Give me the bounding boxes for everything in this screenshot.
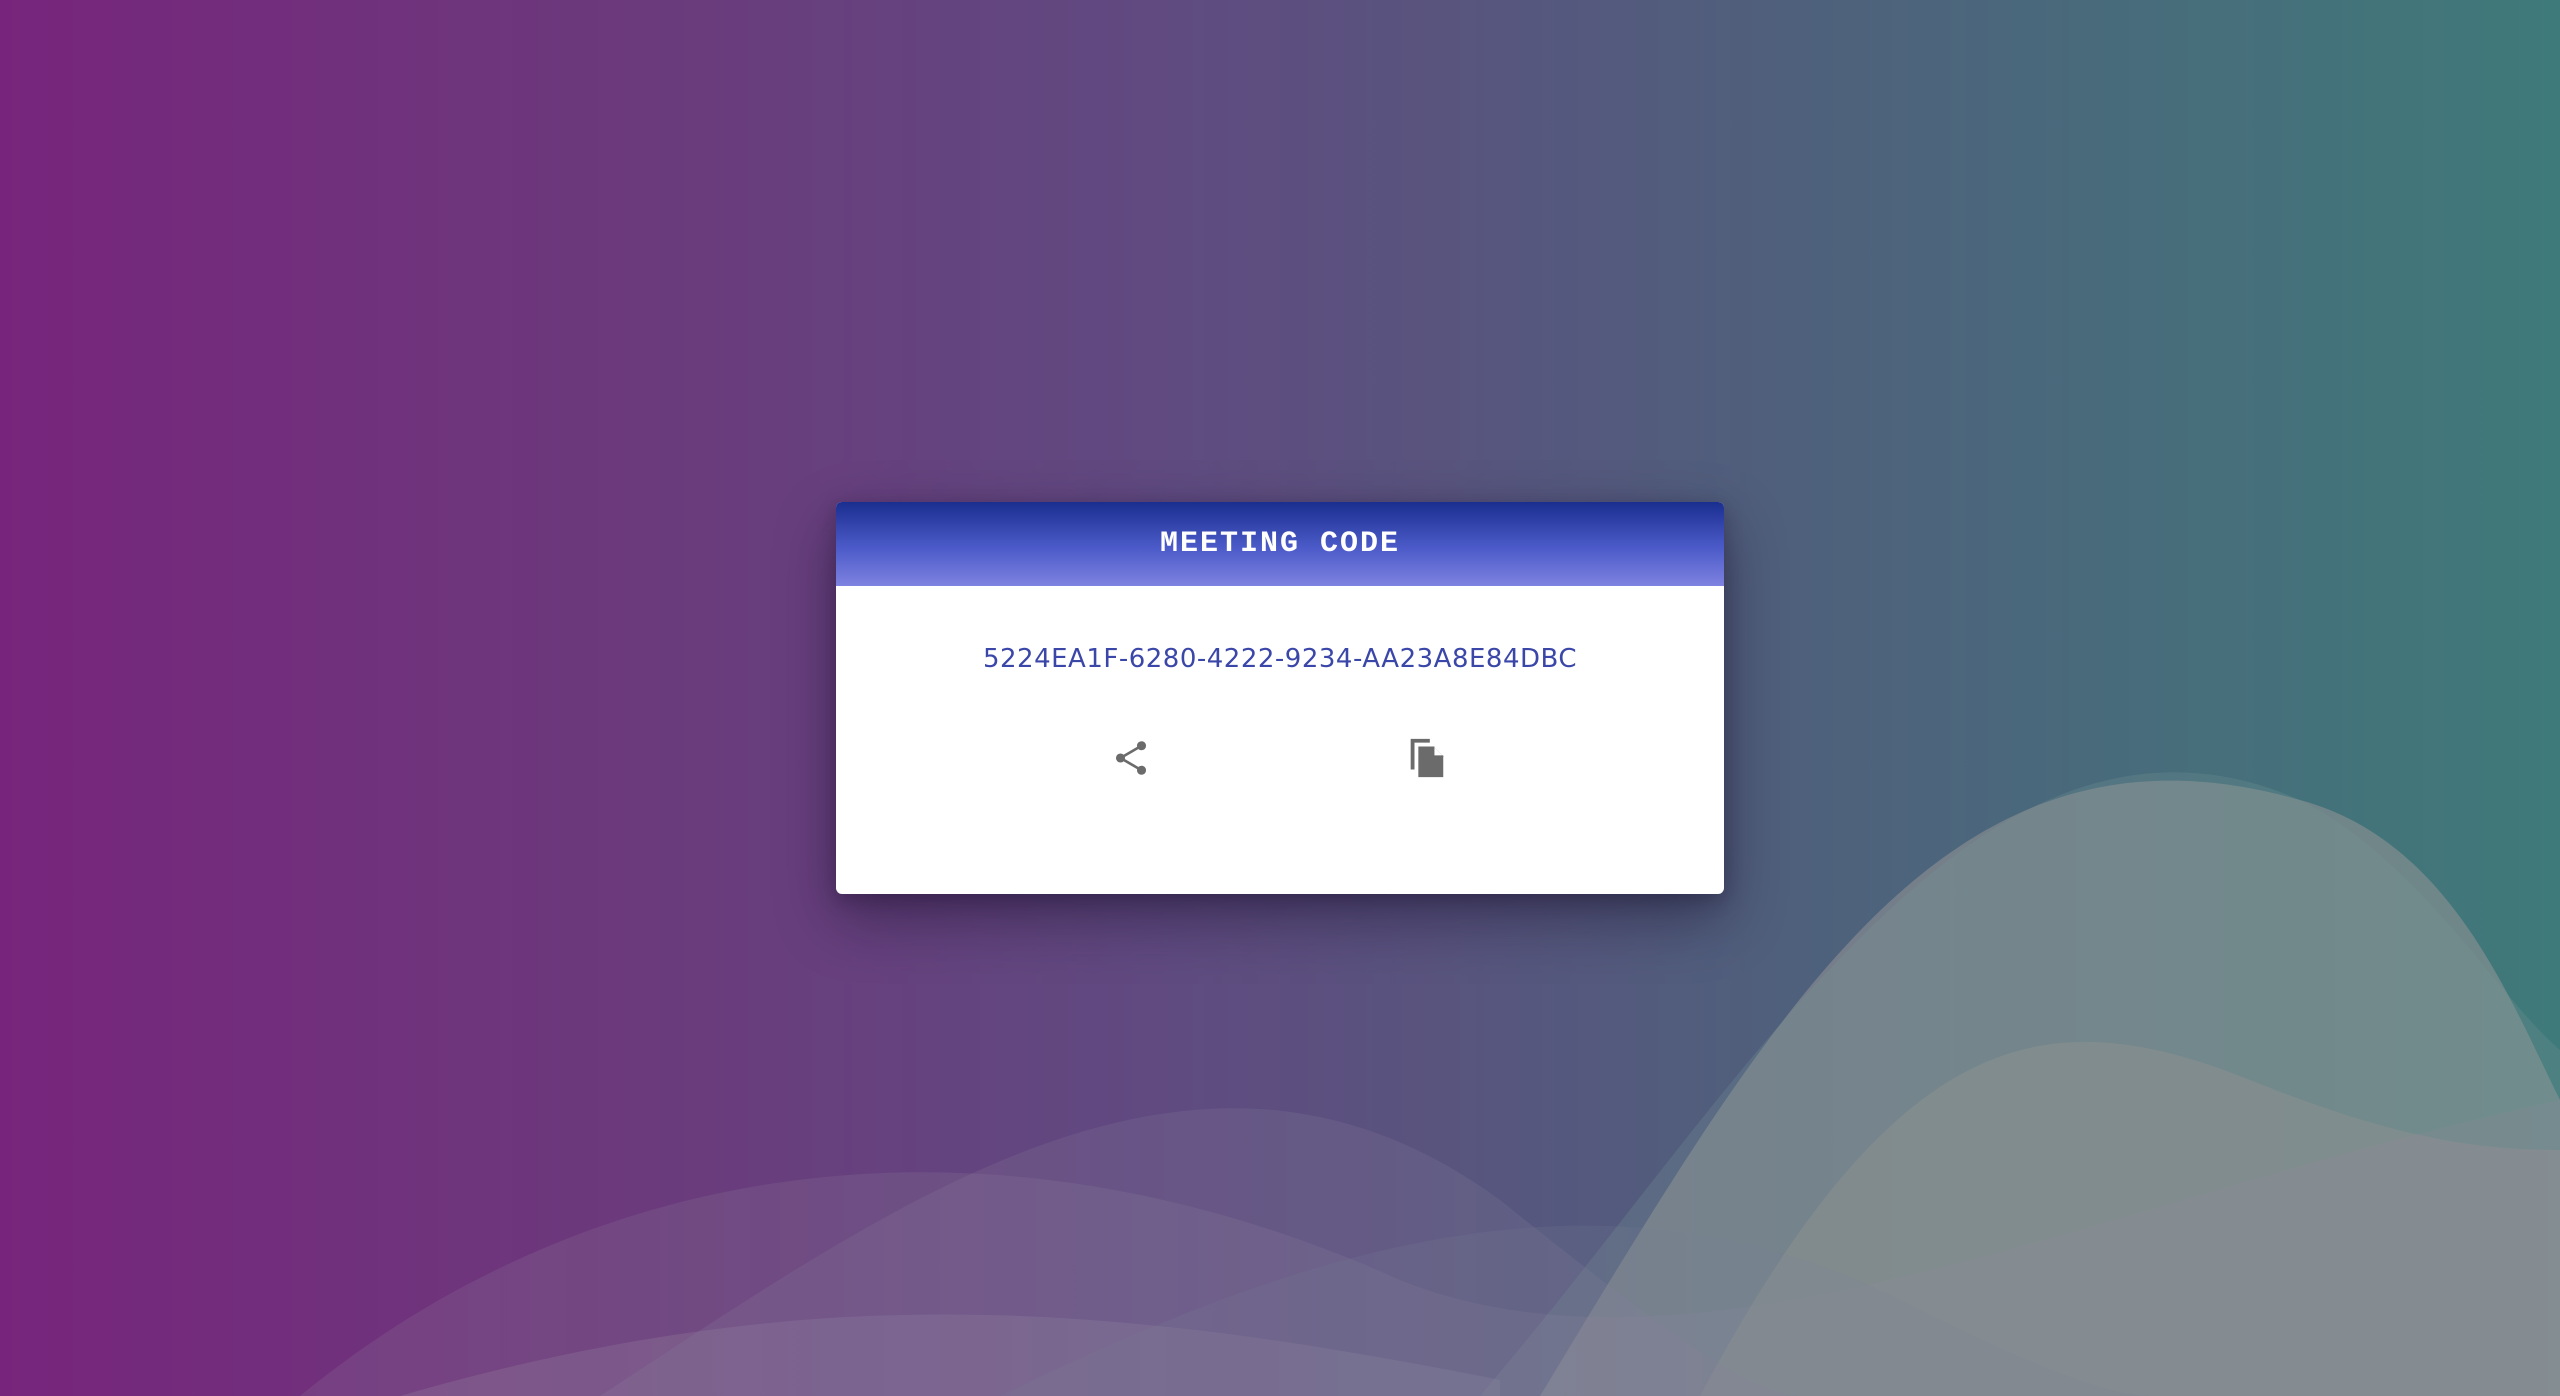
meeting-code-value: 5224EA1F-6280-4222-9234-AA23A8E84DBC — [982, 644, 1578, 674]
dialog-header: MEETING CODE — [836, 502, 1724, 586]
share-button[interactable] — [1101, 730, 1161, 790]
dialog-title: MEETING CODE — [1159, 527, 1401, 561]
dialog-actions — [836, 730, 1724, 790]
share-icon — [1110, 737, 1152, 784]
copy-button[interactable] — [1396, 730, 1456, 790]
copy-icon — [1403, 735, 1449, 786]
meeting-code-dialog: MEETING CODE 5224EA1F-6280-4222-9234-AA2… — [836, 502, 1724, 894]
